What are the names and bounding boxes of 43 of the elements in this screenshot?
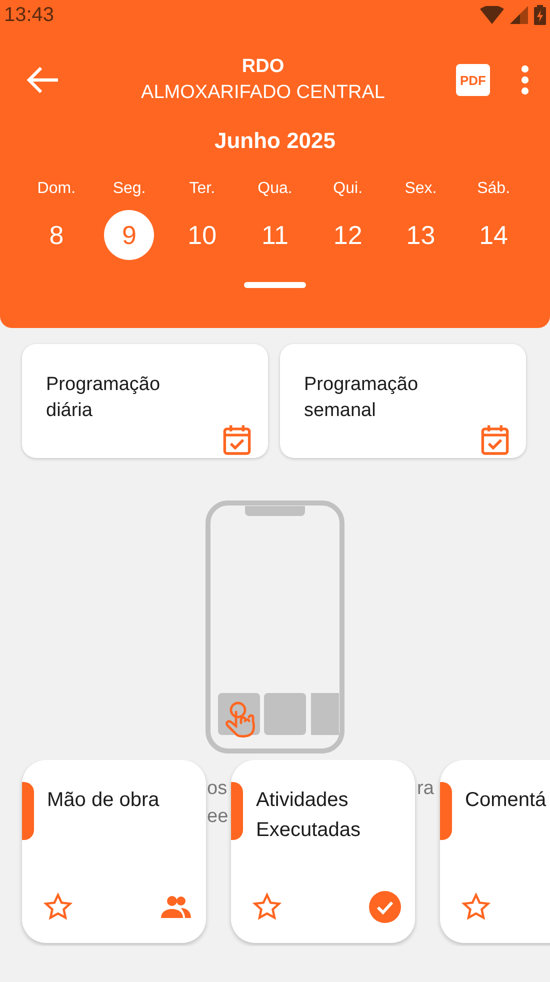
weekday-label: Sex. xyxy=(404,180,437,198)
weekday-label: Dom. xyxy=(37,180,76,198)
section-card[interactable]: Comentá xyxy=(440,760,550,943)
month-label: Junho 2025 xyxy=(214,128,336,154)
day-button[interactable]: 12 xyxy=(322,210,373,260)
day-button[interactable]: 9 xyxy=(104,210,154,260)
day-button[interactable]: 14 xyxy=(468,210,519,260)
calendar-check-icon xyxy=(480,424,510,456)
accent-bar xyxy=(22,782,34,840)
weekday-label: Seg. xyxy=(112,180,146,198)
section-card[interactable]: Mão de obra xyxy=(22,760,206,943)
calendar-check-icon xyxy=(222,424,252,456)
weekday-label: Qua. xyxy=(258,180,292,198)
check-circle-icon xyxy=(369,891,401,923)
day-button[interactable]: 10 xyxy=(177,210,228,260)
schedule-card[interactable]: Programação diária xyxy=(22,344,268,458)
hint-text: ra xyxy=(417,778,434,800)
battery-icon xyxy=(534,5,546,25)
status-time: 13:43 xyxy=(4,4,54,26)
weekday-label: Qui. xyxy=(333,180,363,198)
day-button[interactable]: 11 xyxy=(250,210,300,260)
day-button[interactable]: 8 xyxy=(31,210,82,260)
section-card[interactable]: Atividades Executadas xyxy=(231,760,415,943)
section-title: Mão de obra xyxy=(47,788,160,813)
screen-subtitle: ALMOXARIFADO CENTRAL xyxy=(141,82,385,104)
back-arrow-icon[interactable] xyxy=(26,65,60,95)
people-icon xyxy=(160,895,192,919)
wifi-icon xyxy=(480,6,504,24)
day-button[interactable]: 13 xyxy=(396,210,446,260)
accent-bar xyxy=(231,782,243,840)
hint-text: ee xyxy=(207,806,228,828)
more-menu-icon[interactable] xyxy=(520,65,530,95)
screen-title: RDO xyxy=(242,56,284,78)
weekday-label: Ter. xyxy=(189,180,216,198)
schedule-card[interactable]: Programação semanal xyxy=(280,344,526,458)
signal-icon xyxy=(510,6,528,24)
section-title: Atividades Executadas xyxy=(256,788,362,843)
weekday-label: Sáb. xyxy=(477,180,510,198)
drag-handle[interactable] xyxy=(244,282,306,288)
pdf-button[interactable]: PDF xyxy=(456,64,490,96)
section-title: Comentá xyxy=(465,788,548,813)
accent-bar xyxy=(440,782,452,840)
hint-text: os xyxy=(207,778,228,800)
